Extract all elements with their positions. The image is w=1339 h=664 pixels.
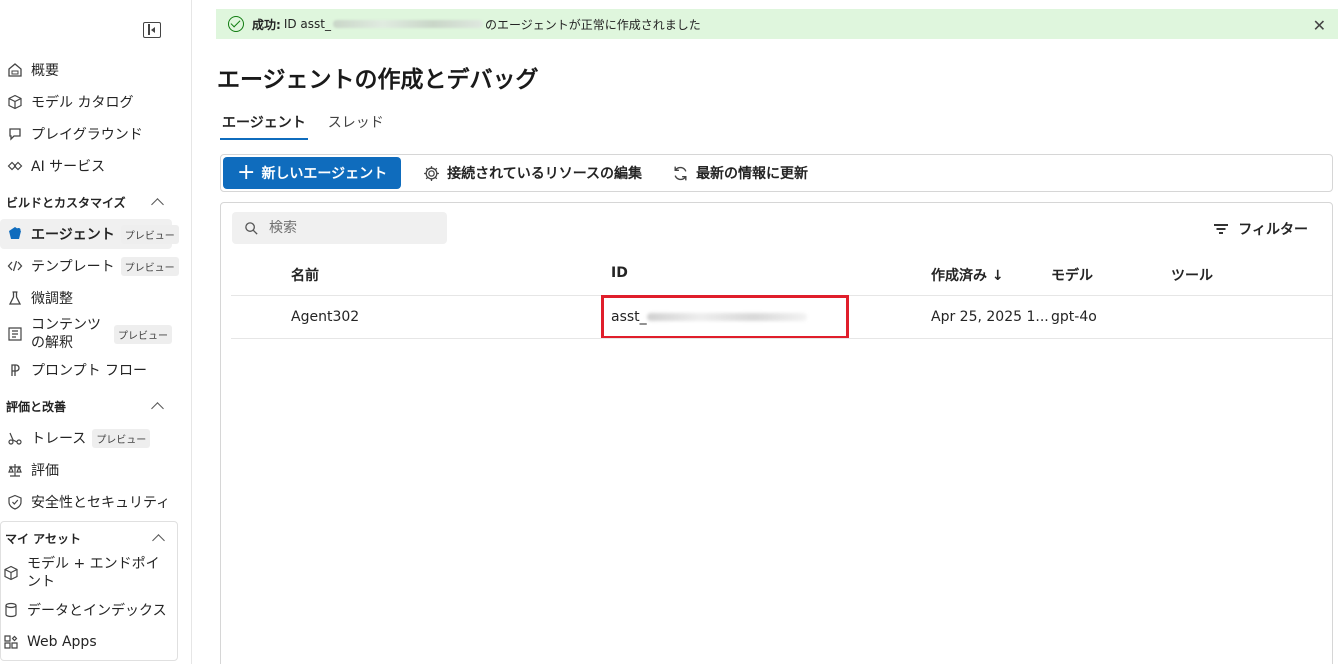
column-header-tools[interactable]: ツール — [1171, 265, 1213, 285]
flow-icon — [6, 361, 24, 379]
close-icon[interactable]: ✕ — [1313, 16, 1326, 35]
chat-icon — [6, 125, 24, 143]
trace-icon — [6, 429, 24, 447]
sidebar-item-web-apps[interactable]: Web Apps — [0, 627, 172, 657]
page-title: エージェントの作成とデバッグ — [217, 67, 539, 93]
id-highlight-box — [601, 295, 849, 339]
plus-icon: + — [237, 160, 256, 185]
column-header-name[interactable]: 名前 — [291, 265, 319, 285]
section-evaluate-improve[interactable]: 評価と改善 — [6, 396, 166, 416]
sidebar-item-fine-tuning[interactable]: 微調整 — [0, 283, 172, 313]
preview-badge: プレビュー — [114, 324, 172, 344]
sidebar-item-tracing[interactable]: トレース プレビュー — [0, 423, 172, 453]
sidebar-item-evaluation[interactable]: 評価 — [0, 455, 172, 485]
search-icon — [245, 221, 258, 235]
apps-icon — [2, 633, 20, 651]
preview-badge: プレビュー — [120, 224, 179, 244]
preview-badge: プレビュー — [92, 428, 151, 448]
cell-model: gpt-4o — [1051, 309, 1097, 325]
agent-icon — [6, 225, 24, 243]
link-icon — [6, 157, 24, 175]
column-header-created[interactable]: 作成済み ↓ — [931, 265, 1004, 285]
sidebar-item-content-understanding[interactable]: コンテンツの解釈 プレビュー — [0, 315, 172, 353]
sidebar: 概要 モデル カタログ プレイグラウンド AI サービス ビルドとカスタマイズ … — [0, 0, 192, 664]
refresh-icon — [674, 166, 687, 180]
database-icon — [2, 601, 20, 619]
tab-list: エージェント スレッド — [220, 112, 386, 140]
cell-created: Apr 25, 2025 1... — [931, 309, 1049, 325]
chevron-up-icon — [151, 198, 164, 211]
filter-button[interactable]: フィルター — [1214, 219, 1308, 239]
sidebar-item-agents[interactable]: エージェント プレビュー — [0, 219, 179, 249]
sidebar-item-prompt-flow[interactable]: プロンプト フロー — [0, 355, 172, 385]
new-agent-button[interactable]: + 新しいエージェント — [223, 157, 402, 189]
sidebar-item-safety-security[interactable]: 安全性とセキュリティ — [0, 487, 172, 517]
sidebar-item-templates[interactable]: テンプレート プレビュー — [0, 251, 179, 281]
sidebar-item-playground[interactable]: プレイグラウンド — [0, 119, 172, 149]
gear-icon — [424, 165, 440, 181]
chevron-up-icon — [152, 534, 165, 547]
command-bar: + 新しいエージェント 接続されているリソースの編集 最新の情報に更新 — [220, 154, 1333, 192]
code-icon — [6, 257, 24, 275]
sidebar-item-model-catalog[interactable]: モデル カタログ — [0, 87, 172, 117]
shield-icon — [6, 493, 24, 511]
checkmark-circle-icon — [228, 16, 244, 32]
sidebar-item-data-indexes[interactable]: データとインデックス — [0, 595, 172, 625]
filter-icon — [1214, 223, 1229, 235]
document-list-icon — [6, 325, 24, 343]
edit-connected-resources-button[interactable]: 接続されているリソースの編集 — [415, 163, 650, 183]
cube-icon — [6, 93, 24, 111]
section-build-customize[interactable]: ビルドとカスタマイズ — [6, 192, 166, 212]
refresh-button[interactable]: 最新の情報に更新 — [664, 163, 816, 183]
agents-table: フィルター 名前 ID 作成済み ↓ モデル ツール Agent302 asst… — [220, 202, 1333, 664]
tab-threads[interactable]: スレッド — [326, 112, 386, 140]
preview-badge: プレビュー — [120, 256, 179, 276]
sidebar-item-overview[interactable]: 概要 — [0, 55, 172, 85]
flask-icon — [6, 289, 24, 307]
cube-icon — [2, 564, 20, 582]
sidebar-item-ai-services[interactable]: AI サービス — [0, 151, 172, 181]
column-header-id[interactable]: ID — [611, 265, 628, 281]
chevron-up-icon — [151, 402, 164, 415]
search-box[interactable] — [232, 212, 447, 244]
column-header-model[interactable]: モデル — [1051, 265, 1093, 285]
row-divider — [231, 338, 1332, 339]
collapse-sidebar-icon[interactable] — [143, 22, 161, 38]
section-my-assets[interactable]: マイ アセット — [5, 528, 167, 548]
cell-name[interactable]: Agent302 — [291, 309, 359, 325]
success-banner: 成功: ID asst_ のエージェントが正常に作成されました ✕ — [216, 9, 1338, 39]
home-icon — [6, 61, 24, 79]
sidebar-item-models-endpoints[interactable]: モデル + エンドポイント — [0, 554, 172, 592]
redacted-id — [332, 20, 483, 28]
scale-icon — [6, 461, 24, 479]
tab-agents[interactable]: エージェント — [220, 112, 308, 140]
search-input[interactable] — [269, 220, 439, 236]
